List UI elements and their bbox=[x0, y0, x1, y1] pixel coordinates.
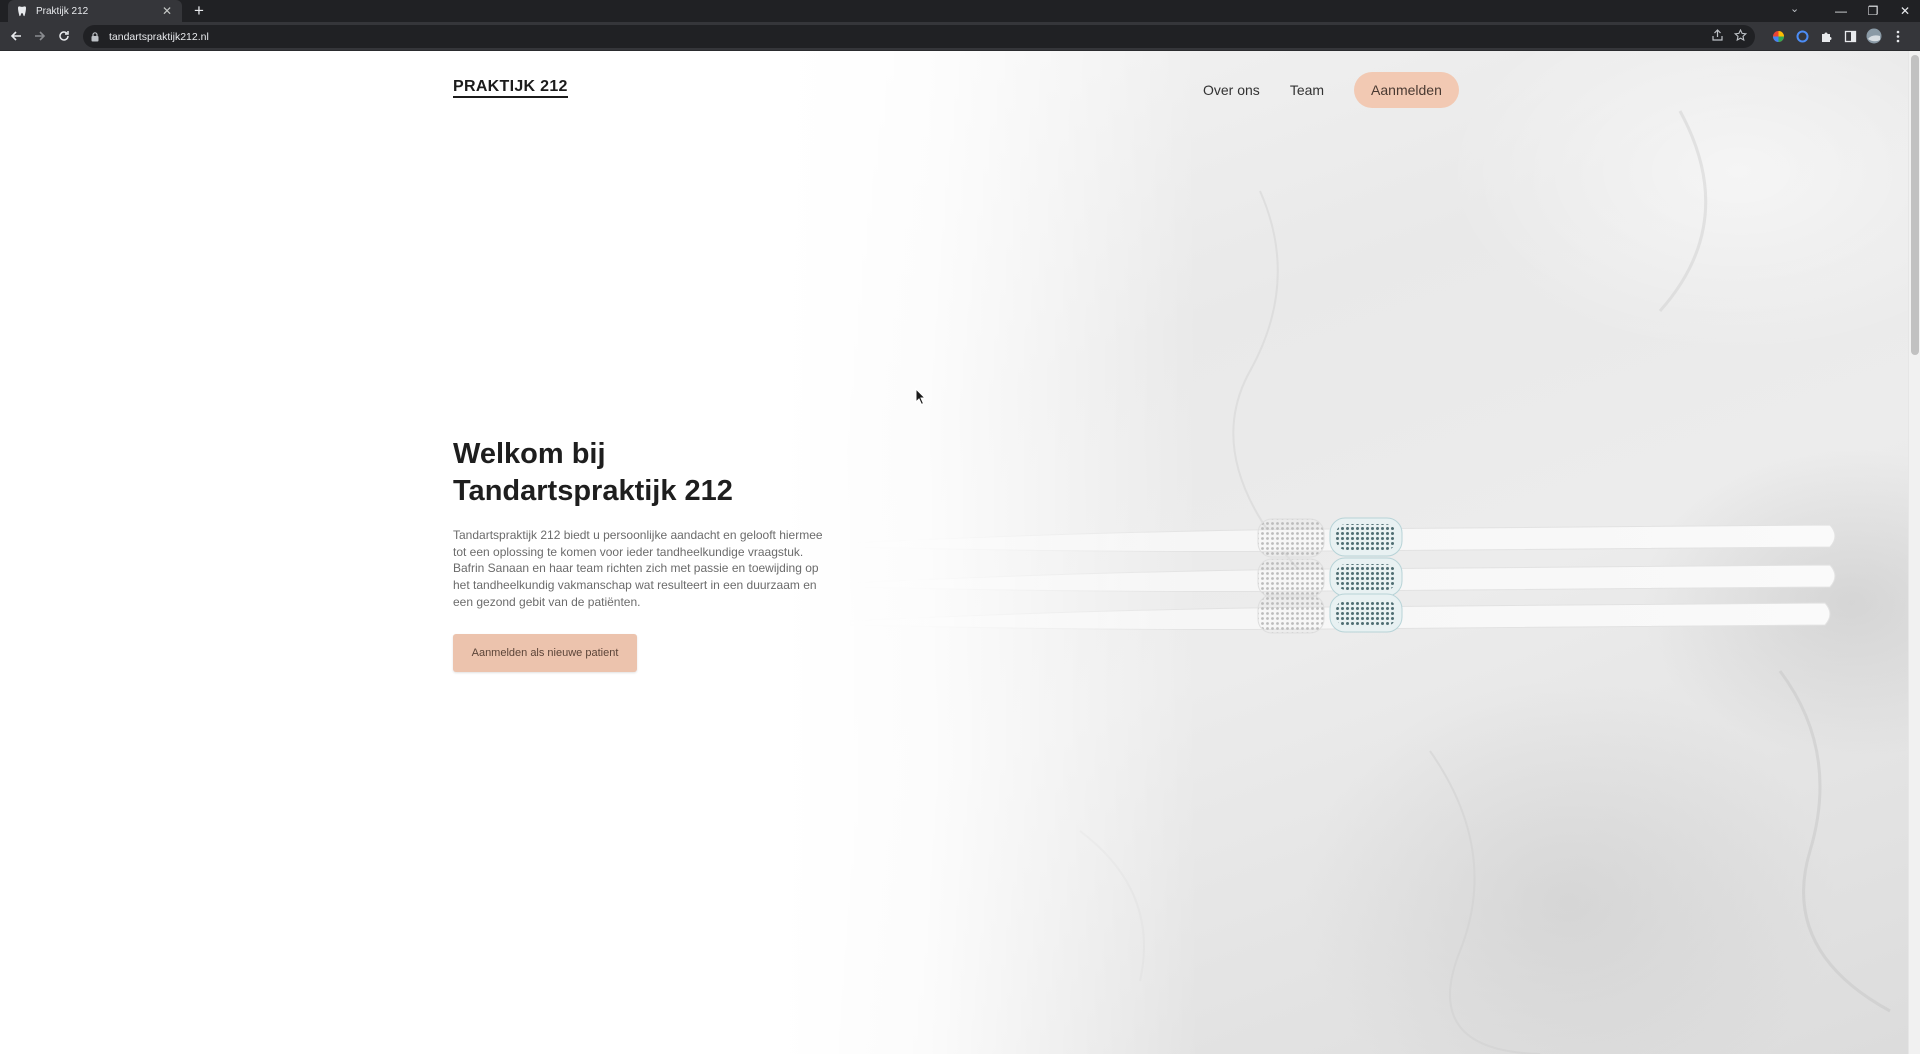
browser-tab-strip: Praktijk 212 ✕ + ⌄ — ❐ ✕ bbox=[0, 0, 1920, 22]
hero-title-line-1: Welkom bij bbox=[453, 438, 606, 470]
star-icon[interactable] bbox=[1733, 28, 1748, 47]
scrollbar-thumb[interactable] bbox=[1911, 55, 1919, 355]
omnibox-actions bbox=[1711, 28, 1748, 47]
page-scrollbar[interactable] bbox=[1908, 51, 1920, 1054]
window-controls: — ❐ ✕ bbox=[1826, 0, 1920, 22]
hero-title-line-2: Tandartspraktijk 212 bbox=[453, 475, 733, 507]
nav-link-over-ons[interactable]: Over ons bbox=[1203, 82, 1260, 98]
color-extension-icon[interactable] bbox=[1770, 28, 1786, 44]
back-icon[interactable] bbox=[8, 28, 24, 44]
lock-icon[interactable] bbox=[91, 31, 101, 42]
mouse-cursor-icon bbox=[915, 388, 927, 406]
restore-icon[interactable]: ❐ bbox=[1856, 4, 1890, 18]
tooth-favicon-icon bbox=[16, 5, 28, 17]
browser-toolbar: tandartspraktijk212.nl bbox=[0, 22, 1920, 51]
image-fade bbox=[780, 51, 1200, 1054]
tab-close-icon[interactable]: ✕ bbox=[160, 5, 174, 17]
minimize-icon[interactable]: — bbox=[1826, 4, 1856, 18]
forward-icon[interactable] bbox=[32, 28, 48, 44]
site-logo[interactable]: PRAKTIJK 212 bbox=[453, 78, 568, 98]
profile-avatar[interactable] bbox=[1866, 28, 1882, 44]
close-icon[interactable]: ✕ bbox=[1890, 4, 1920, 18]
reload-icon[interactable] bbox=[56, 28, 72, 44]
share-icon[interactable] bbox=[1711, 29, 1724, 47]
nav-link-team[interactable]: Team bbox=[1290, 82, 1324, 98]
hero-description: Tandartspraktijk 212 biedt u persoonlijk… bbox=[453, 528, 823, 609]
new-patient-signup-button[interactable]: Aanmelden als nieuwe patient bbox=[453, 634, 637, 672]
new-tab-icon[interactable]: + bbox=[194, 2, 204, 20]
menu-icon[interactable] bbox=[1890, 28, 1906, 44]
browser-tab[interactable]: Praktijk 212 ✕ bbox=[8, 0, 182, 22]
main-nav: Over ons Team Aanmelden bbox=[1203, 72, 1459, 108]
nav-signup-button[interactable]: Aanmelden bbox=[1354, 72, 1459, 108]
hero-title: Welkom bij Tandartspraktijk 212 bbox=[453, 436, 873, 510]
tab-search-icon[interactable]: ⌄ bbox=[1790, 2, 1799, 15]
puzzle-icon[interactable] bbox=[1818, 28, 1834, 44]
blue-extension-icon[interactable] bbox=[1794, 28, 1810, 44]
tab-title: Praktijk 212 bbox=[36, 5, 89, 17]
extensions-area bbox=[1770, 28, 1906, 44]
page-viewport: PRAKTIJK 212 Over ons Team Aanmelden Wel… bbox=[0, 51, 1908, 1054]
address-bar[interactable]: tandartspraktijk212.nl bbox=[83, 25, 1755, 48]
url-text: tandartspraktijk212.nl bbox=[109, 30, 209, 43]
sidepanel-icon[interactable] bbox=[1842, 28, 1858, 44]
